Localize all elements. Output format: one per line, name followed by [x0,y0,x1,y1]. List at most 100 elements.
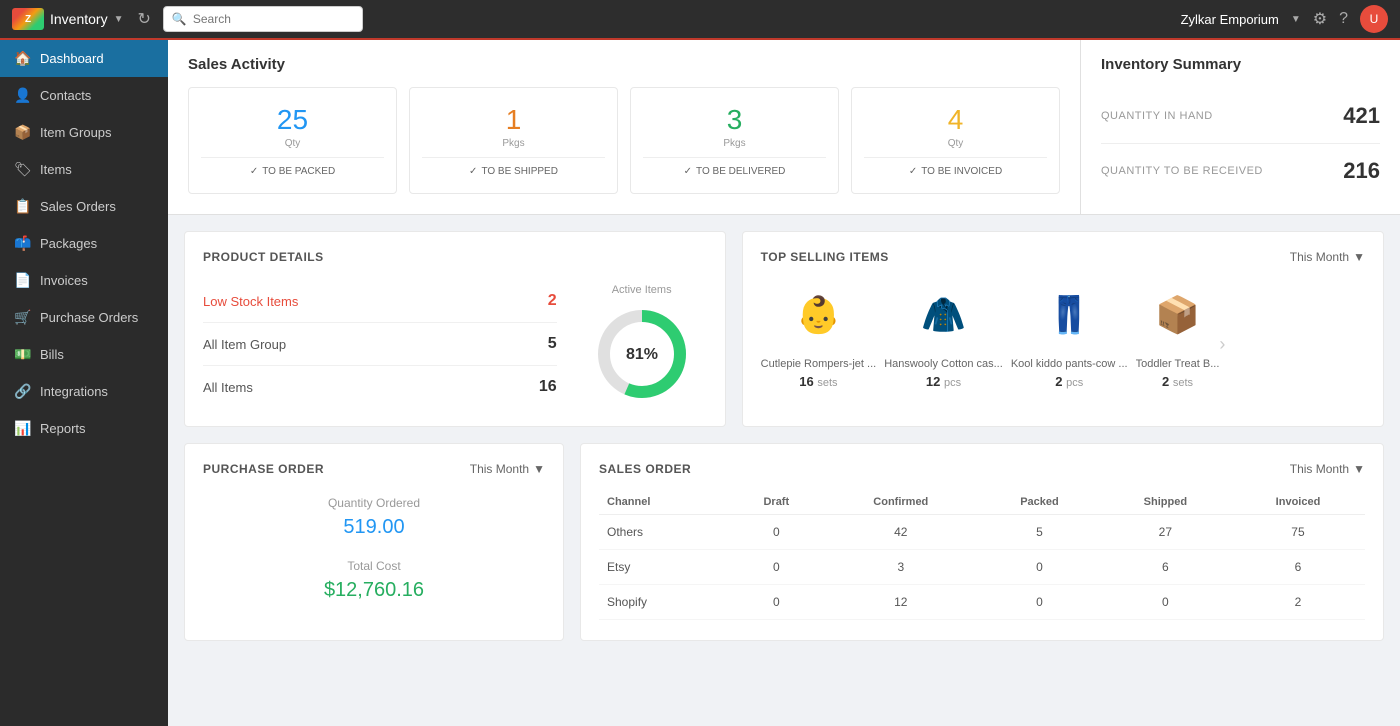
ts-img-1: 🧥 [909,280,979,350]
sa-packed-label: ✓ TO BE PACKED [201,166,384,177]
so-header: SALES ORDER This Month ▼ [599,462,1365,476]
so-others-invoiced: 75 [1231,515,1365,550]
inv-val-receive: 216 [1343,158,1380,184]
sa-shipped-unit: Pkgs [422,138,605,149]
so-col-invoiced: Invoiced [1231,490,1365,515]
po-stat-cost-label: Total Cost [203,559,545,573]
po-stat-qty-val: 519.00 [203,516,545,539]
sa-card-delivered[interactable]: 3 Pkgs ✓ TO BE DELIVERED [630,87,839,194]
app-dropdown-icon[interactable]: ▼ [114,14,124,25]
sidebar-label-item-groups: Item Groups [40,125,112,140]
sa-card-packed[interactable]: 25 Qty ✓ TO BE PACKED [188,87,397,194]
so-others-channel: Others [599,515,730,550]
sidebar-item-packages[interactable]: 📫 Packages [0,225,168,262]
so-row-shopify: Shopify 0 12 0 0 2 [599,585,1365,620]
org-name[interactable]: Zylkar Emporium [1181,12,1279,27]
so-filter[interactable]: This Month ▼ [1290,462,1365,476]
so-table: Channel Draft Confirmed Packed Shipped I… [599,490,1365,620]
po-header: PURCHASE ORDER This Month ▼ [203,462,545,476]
ts-header: TOP SELLING ITEMS This Month ▼ [761,250,1365,264]
sa-invoiced-label: ✓ TO BE INVOICED [864,166,1047,177]
sa-packed-unit: Qty [201,138,384,149]
inv-row-hand: QUANTITY IN HAND 421 [1101,89,1380,144]
sidebar-item-integrations[interactable]: 🔗 Integrations [0,373,168,410]
so-etsy-invoiced: 6 [1231,550,1365,585]
sa-invoiced-num: 4 [864,104,1047,136]
sa-packed-num: 25 [201,104,384,136]
inv-label-receive: QUANTITY TO BE RECEIVED [1101,165,1263,177]
settings-icon[interactable]: ⚙ [1313,9,1327,29]
sa-card-invoiced[interactable]: 4 Qty ✓ TO BE INVOICED [851,87,1060,194]
pd-low-stock-link[interactable]: Low Stock Items [203,294,298,309]
check-icon-packed: ✓ [250,166,258,177]
sa-delivered-label: ✓ TO BE DELIVERED [643,166,826,177]
sidebar-item-purchase-orders[interactable]: 🛒 Purchase Orders [0,299,168,336]
dashboard-icon: 🏠 [14,50,30,67]
sidebar-item-invoices[interactable]: 📄 Invoices [0,262,168,299]
so-col-shipped: Shipped [1100,490,1231,515]
inventory-summary-title: Inventory Summary [1101,56,1380,73]
pd-all-items-count: 16 [539,378,557,396]
search-input[interactable] [193,12,354,26]
donut-chart: 81% [592,304,692,404]
ts-name-2: Kool kiddo pants-cow ... [1011,358,1128,370]
so-others-confirmed: 42 [822,515,979,550]
so-col-confirmed: Confirmed [822,490,979,515]
sidebar-item-item-groups[interactable]: 📦 Item Groups [0,114,168,151]
sidebar: 🏠 Dashboard 👤 Contacts 📦 Item Groups 🏷 I… [0,40,168,726]
pd-content: Low Stock Items 2 All Item Group 5 All I… [203,280,707,408]
sa-delivered-unit: Pkgs [643,138,826,149]
sidebar-item-items[interactable]: 🏷 Items [0,151,168,188]
refresh-icon[interactable]: ↻ [138,9,151,29]
sidebar-label-purchase-orders: Purchase Orders [40,310,138,325]
pd-row-all-groups: All Item Group 5 [203,323,557,366]
sidebar-item-bills[interactable]: 💵 Bills [0,336,168,373]
user-avatar[interactable]: U [1360,5,1388,33]
so-shopify-invoiced: 2 [1231,585,1365,620]
ts-item-2: 👖 Kool kiddo pants-cow ... 2 pcs [1011,280,1128,389]
po-filter[interactable]: This Month ▼ [470,462,545,476]
org-dropdown-icon[interactable]: ▼ [1291,14,1301,25]
zoho-logo: Z [12,8,44,30]
purchase-order-section: PURCHASE ORDER This Month ▼ Quantity Ord… [184,443,564,641]
so-etsy-shipped: 6 [1100,550,1231,585]
pd-all-items-label: All Items [203,380,253,395]
so-others-shipped: 27 [1100,515,1231,550]
ts-img-0: 👶 [783,280,853,350]
check-icon-shipped: ✓ [469,166,477,177]
donut-container: Active Items 81% [577,280,707,408]
inventory-summary-section: Inventory Summary QUANTITY IN HAND 421 Q… [1080,40,1400,214]
sales-activity-section: Sales Activity 25 Qty ✓ TO BE PACKED [168,40,1080,214]
so-col-packed: Packed [979,490,1100,515]
so-shopify-shipped: 0 [1100,585,1231,620]
check-icon-invoiced: ✓ [909,166,917,177]
help-icon[interactable]: ? [1339,10,1348,28]
so-row-others: Others 0 42 5 27 75 [599,515,1365,550]
po-stat-cost-val: $12,760.16 [203,579,545,602]
sidebar-item-contacts[interactable]: 👤 Contacts [0,77,168,114]
ts-item-0: 👶 Cutlepie Rompers-jet ... 16 sets [761,280,877,389]
check-icon-delivered: ✓ [684,166,692,177]
ts-next-btn[interactable]: › [1219,314,1225,355]
so-table-header-row: Channel Draft Confirmed Packed Shipped I… [599,490,1365,515]
so-etsy-draft: 0 [730,550,822,585]
ts-qty-1: 12 pcs [884,374,1003,389]
search-icon: 🔍 [172,12,187,26]
app-title: Inventory [50,11,108,27]
sidebar-item-sales-orders[interactable]: 📋 Sales Orders [0,188,168,225]
app-logo[interactable]: Z Inventory ▼ [12,8,124,30]
so-etsy-channel: Etsy [599,550,730,585]
sidebar-item-dashboard[interactable]: 🏠 Dashboard [0,40,168,77]
sa-card-shipped[interactable]: 1 Pkgs ✓ TO BE SHIPPED [409,87,618,194]
so-title: SALES ORDER [599,462,691,476]
invoices-icon: 📄 [14,272,30,289]
product-details-section: PRODUCT DETAILS Low Stock Items 2 All It… [184,231,726,427]
sa-shipped-num: 1 [422,104,605,136]
sidebar-item-reports[interactable]: 📊 Reports [0,410,168,447]
search-bar[interactable]: 🔍 [163,6,363,32]
sa-shipped-label: ✓ TO BE SHIPPED [422,166,605,177]
ts-filter[interactable]: This Month ▼ [1290,250,1365,264]
product-details-title: PRODUCT DETAILS [203,250,707,264]
so-etsy-confirmed: 3 [822,550,979,585]
pd-low-stock-count: 2 [548,292,557,310]
